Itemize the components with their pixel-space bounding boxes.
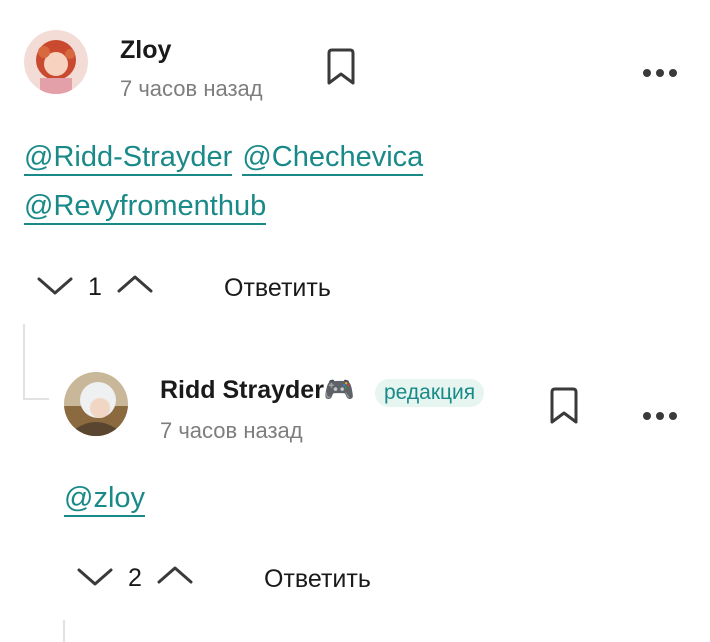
- comment-text: @Ridd-Strayder @Chechevica: [24, 141, 433, 176]
- thread-branch: [23, 398, 49, 400]
- mention-link[interactable]: @Ridd-Strayder: [24, 141, 233, 176]
- comment-text: @zloy: [64, 482, 155, 517]
- comment-time: 7 часов назад: [160, 418, 303, 443]
- bookmark-icon[interactable]: [324, 47, 358, 92]
- avatar[interactable]: [24, 30, 88, 94]
- chevron-up-icon[interactable]: [116, 272, 154, 303]
- vote-controls: 2: [76, 563, 194, 594]
- vote-count: 1: [88, 273, 102, 301]
- chevron-down-icon[interactable]: [76, 563, 114, 594]
- mention-link[interactable]: @Revyfromenthub: [24, 190, 267, 225]
- mention-link[interactable]: @Chechevica: [242, 141, 424, 176]
- chevron-down-icon[interactable]: [36, 272, 74, 303]
- vote-controls: 1: [36, 272, 154, 303]
- thread-line: [23, 324, 25, 400]
- vote-count: 2: [128, 564, 142, 592]
- author-name[interactable]: Ridd Strayder🎮: [160, 376, 355, 405]
- bookmark-icon[interactable]: [547, 386, 581, 431]
- thread-line-nested: [63, 620, 65, 642]
- comment-time: 7 часов назад: [120, 76, 263, 101]
- more-icon[interactable]: [641, 409, 679, 427]
- comment-text-line2: @Revyfromenthub: [24, 190, 276, 225]
- author-name[interactable]: Zloy: [120, 36, 171, 65]
- reply-button[interactable]: Ответить: [264, 565, 371, 594]
- chevron-up-icon[interactable]: [156, 563, 194, 594]
- mention-link[interactable]: @zloy: [64, 482, 146, 517]
- more-icon[interactable]: [641, 66, 679, 84]
- reply-button[interactable]: Ответить: [224, 274, 331, 303]
- editorial-badge: редакция: [375, 379, 485, 407]
- avatar[interactable]: [64, 372, 128, 436]
